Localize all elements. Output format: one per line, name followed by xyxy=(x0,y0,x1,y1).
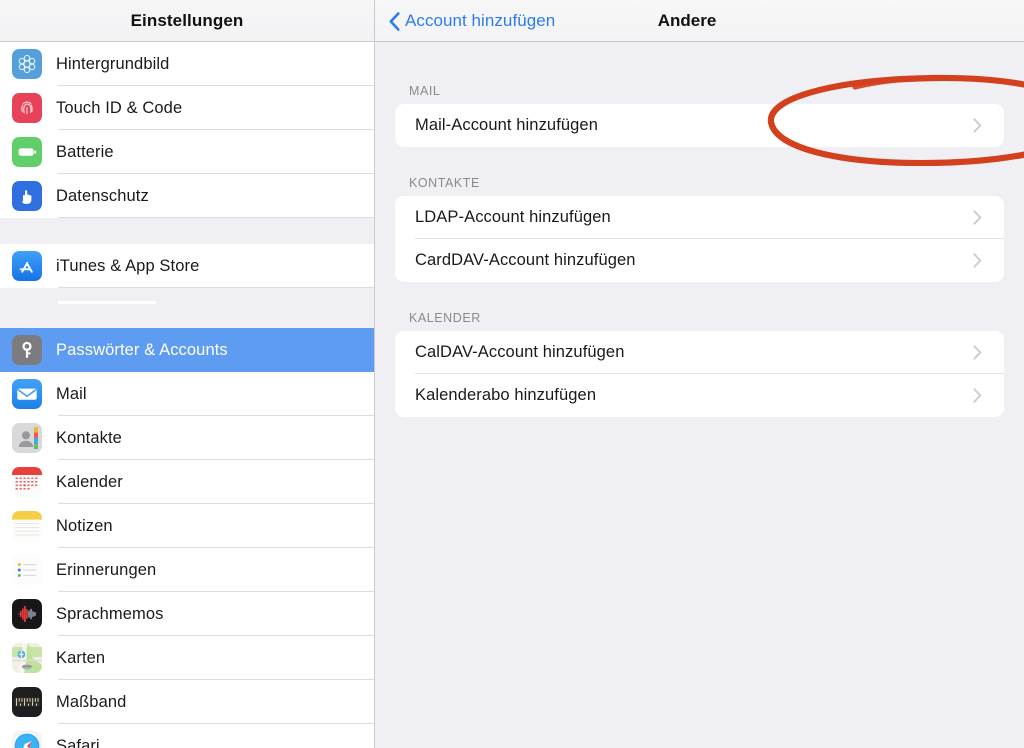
sidebar-item-notizen[interactable]: Notizen xyxy=(0,504,374,548)
sidebar-item-label: iTunes & App Store xyxy=(56,256,200,275)
sidebar-item-label: Kontakte xyxy=(56,428,122,447)
settings-row-kalenderabo-hinzufugen[interactable]: Kalenderabo hinzufügen xyxy=(395,374,1004,417)
settings-row-caldav-account-hinzufugen[interactable]: CalDAV-Account hinzufügen xyxy=(395,331,1004,374)
mail-envelope-icon xyxy=(12,379,42,409)
detail-pane: Account hinzufügen Andere MAIL Mail-Accou… xyxy=(375,0,1024,748)
section-header: MAIL xyxy=(409,84,441,98)
sidebar-list: Hintergrundbild Touch ID & Code Batterie… xyxy=(0,42,374,748)
sidebar-item-mail[interactable]: Mail xyxy=(0,372,374,416)
sidebar-group: Passwörter & Accounts Mail Kontakte Kale… xyxy=(0,328,374,748)
section-header: KONTAKTE xyxy=(409,176,480,190)
settings-row-label: CardDAV-Account hinzufügen xyxy=(415,251,636,269)
settings-card: Mail-Account hinzufügen xyxy=(395,104,1004,147)
back-button-label: Account hinzufügen xyxy=(405,11,556,30)
safari-icon xyxy=(12,731,42,748)
privacy-hand-icon xyxy=(12,181,42,211)
chevron-right-icon xyxy=(973,253,982,268)
sidebar-item-datenschutz[interactable]: Datenschutz xyxy=(0,174,374,218)
contacts-icon xyxy=(12,423,42,453)
key-icon xyxy=(12,335,42,365)
sidebar-item-label: Passwörter & Accounts xyxy=(56,340,228,359)
settings-row-label: CalDAV-Account hinzufügen xyxy=(415,343,625,361)
sidebar-item-label: Kalender xyxy=(56,472,123,491)
sidebar-item-label: Maßband xyxy=(56,692,127,711)
battery-icon xyxy=(12,137,42,167)
sidebar-item-passworter-accounts[interactable]: Passwörter & Accounts xyxy=(0,328,374,372)
partial-separator-artifact xyxy=(58,301,156,304)
sidebar-item-label: Touch ID & Code xyxy=(56,98,183,117)
sidebar-item-label: Sprachmemos xyxy=(56,604,164,623)
chevron-right-icon xyxy=(973,388,982,403)
settings-row-carddav-account-hinzufugen[interactable]: CardDAV-Account hinzufügen xyxy=(395,239,1004,282)
settings-row-label: LDAP-Account hinzufügen xyxy=(415,208,611,226)
sidebar-group-gap xyxy=(0,218,374,244)
detail-body: MAIL Mail-Account hinzufügen KONTAKTE LDAP-… xyxy=(375,42,1024,417)
sidebar-item-label: Karten xyxy=(56,648,106,667)
reminders-icon xyxy=(12,555,42,585)
ipad-settings-screen: Einstellungen Hintergrundbild Touch ID &… xyxy=(0,0,1024,748)
sidebar-item-label: Batterie xyxy=(56,142,114,161)
settings-section: KALENDER CalDAV-Account hinzufügen Kalende… xyxy=(395,282,1004,417)
chevron-right-icon xyxy=(973,345,982,360)
sidebar-item-erinnerungen[interactable]: Erinnerungen xyxy=(0,548,374,592)
detail-title-text: Andere xyxy=(657,11,717,30)
settings-row-mail-account-hinzufugen[interactable]: Mail-Account hinzufügen xyxy=(395,104,1004,147)
app-store-icon xyxy=(12,251,42,281)
sidebar-item-massband[interactable]: Maßband xyxy=(0,680,374,724)
notes-icon xyxy=(12,511,42,541)
calendar-icon xyxy=(12,467,42,497)
settings-card: CalDAV-Account hinzufügen Kalenderabo hin… xyxy=(395,331,1004,417)
touch-id-icon xyxy=(12,93,42,123)
sidebar-header: Einstellungen xyxy=(0,0,374,42)
settings-row-label: Mail-Account hinzufügen xyxy=(415,116,598,134)
sidebar-item-label: Erinnerungen xyxy=(56,560,157,579)
sidebar-item-batterie[interactable]: Batterie xyxy=(0,130,374,174)
sidebar-group: iTunes & App Store xyxy=(0,244,374,288)
sidebar-item-karten[interactable]: Karten xyxy=(0,636,374,680)
sidebar-item-label: Notizen xyxy=(56,516,113,535)
sidebar-item-label: Mail xyxy=(56,384,87,403)
wallpaper-icon xyxy=(12,49,42,79)
settings-row-ldap-account-hinzufugen[interactable]: LDAP-Account hinzufügen xyxy=(395,196,1004,239)
detail-header: Account hinzufügen Andere xyxy=(375,0,1024,42)
sidebar-item-safari[interactable]: Safari xyxy=(0,724,374,748)
sidebar-item-kalender[interactable]: Kalender xyxy=(0,460,374,504)
sidebar-item-kontakte[interactable]: Kontakte xyxy=(0,416,374,460)
sidebar-item-sprachmemos[interactable]: Sprachmemos xyxy=(0,592,374,636)
sidebar-item-touch-id-code[interactable]: Touch ID & Code xyxy=(0,86,374,130)
sidebar-item-label: Hintergrundbild xyxy=(56,54,170,73)
sidebar-group-gap xyxy=(0,288,374,328)
settings-row-label: Kalenderabo hinzufügen xyxy=(415,386,597,404)
voice-memos-icon xyxy=(12,599,42,629)
settings-sidebar: Einstellungen Hintergrundbild Touch ID &… xyxy=(0,0,375,748)
settings-card: LDAP-Account hinzufügen CardDAV-Account h… xyxy=(395,196,1004,282)
sidebar-group: Hintergrundbild Touch ID & Code Batterie… xyxy=(0,42,374,218)
maps-icon xyxy=(12,643,42,673)
chevron-left-icon xyxy=(389,11,400,31)
back-button[interactable]: Account hinzufügen xyxy=(389,0,555,42)
sidebar-item-itunes-app-store[interactable]: iTunes & App Store xyxy=(0,244,374,288)
section-header: KALENDER xyxy=(409,311,481,325)
sidebar-item-label: Datenschutz xyxy=(56,186,149,205)
chevron-right-icon xyxy=(973,118,982,133)
sidebar-item-label: Safari xyxy=(56,736,100,748)
settings-section: MAIL Mail-Account hinzufügen xyxy=(395,42,1004,147)
settings-section: KONTAKTE LDAP-Account hinzufügen CardDAV-A… xyxy=(395,147,1004,282)
chevron-right-icon xyxy=(973,210,982,225)
measure-icon xyxy=(12,687,42,717)
sidebar-item-hintergrundbild[interactable]: Hintergrundbild xyxy=(0,42,374,86)
page-title: Einstellungen xyxy=(130,10,244,30)
